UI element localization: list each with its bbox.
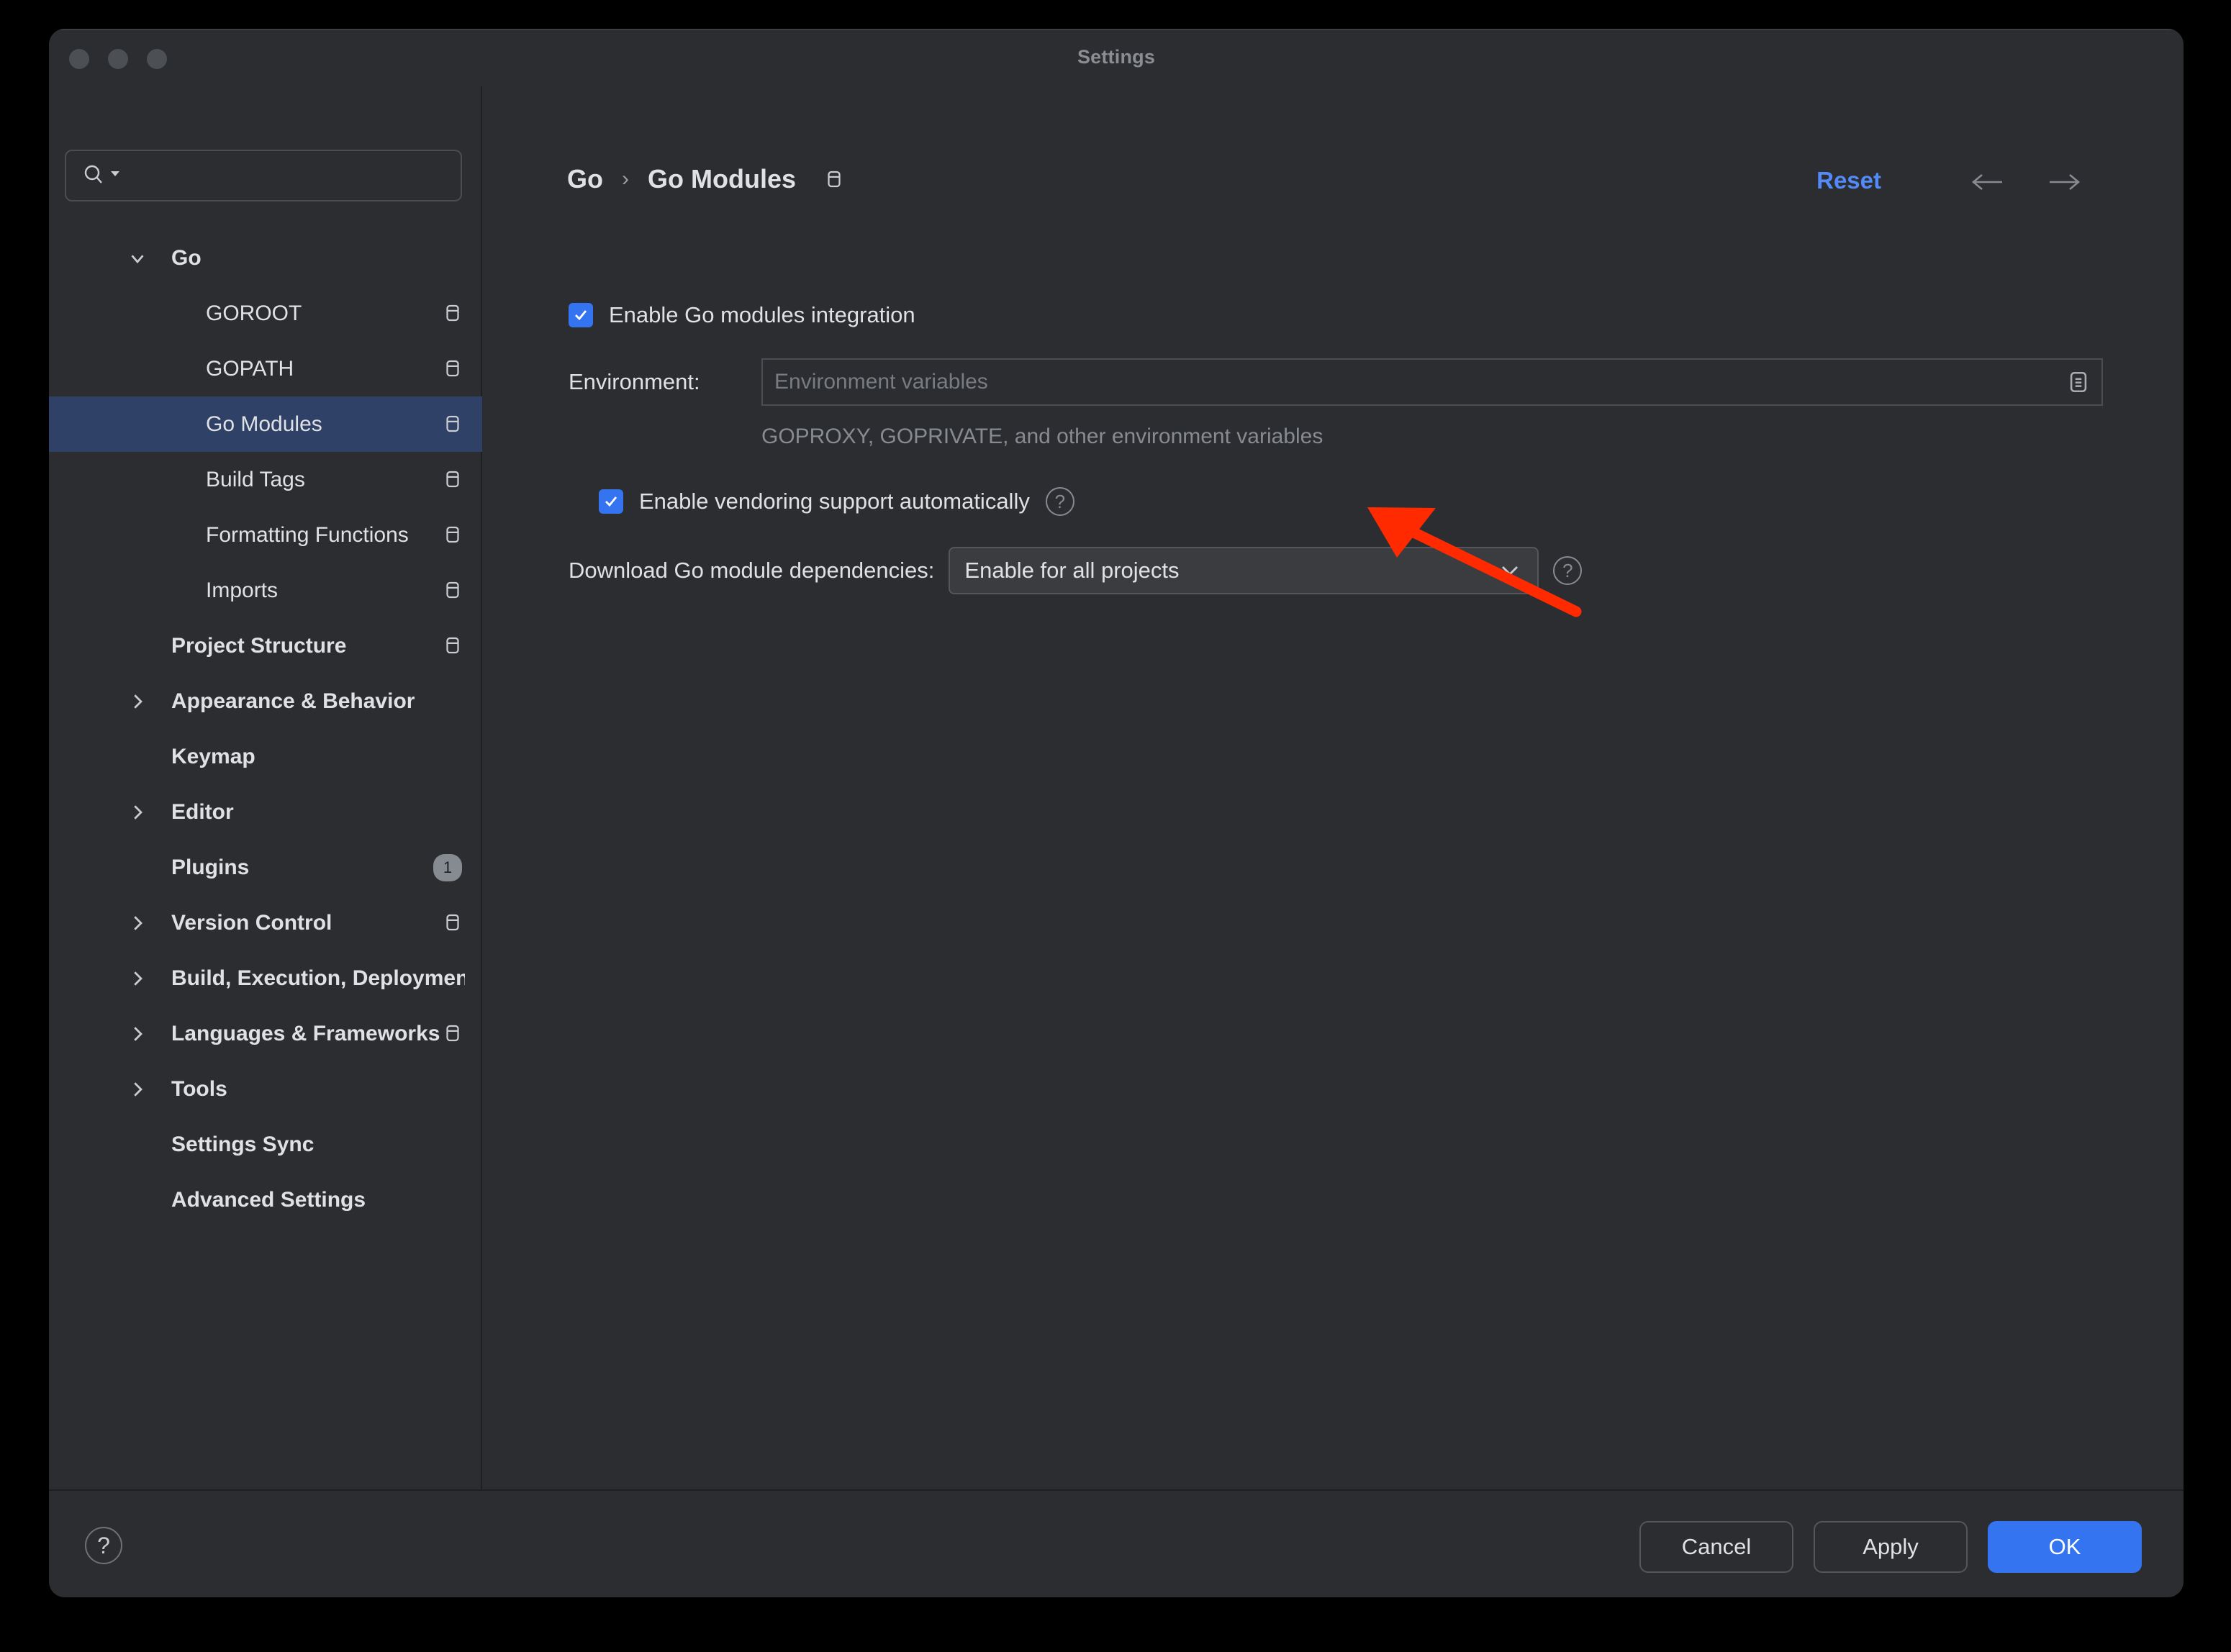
chevron-right-icon[interactable] (127, 968, 148, 989)
settings-search-box[interactable] (65, 150, 462, 201)
dialog-footer: ? Cancel Apply OK (49, 1489, 2184, 1597)
sidebar-item-label: Settings Sync (171, 1132, 314, 1156)
ok-button[interactable]: OK (1988, 1521, 2142, 1573)
sidebar-item-tools[interactable]: Tools (49, 1061, 482, 1117)
dialog-buttons: Cancel Apply OK (1639, 1521, 2142, 1573)
chevron-right-icon[interactable] (127, 1023, 148, 1045)
environment-hint: GOPROXY, GOPRIVATE, and other environmen… (761, 425, 1323, 448)
sidebar-item-advanced-settings[interactable]: Advanced Settings (49, 1172, 482, 1227)
project-scope-icon (442, 468, 465, 491)
sidebar-item-label: GOROOT (206, 301, 302, 325)
sidebar-item-imports[interactable]: Imports (49, 563, 482, 618)
search-dropdown-caret-icon[interactable] (109, 168, 121, 184)
sidebar-item-label: Appearance & Behavior (171, 689, 415, 713)
enable-vendoring-checkbox[interactable] (599, 489, 623, 514)
download-deps-dropdown[interactable]: Enable for all projects (949, 547, 1539, 594)
settings-content: Enable Go modules integration Environmen… (484, 86, 2184, 1489)
project-scope-icon (442, 635, 465, 658)
sidebar-item-label: Tools (171, 1076, 227, 1101)
enable-vendoring-row[interactable]: Enable vendoring support automatically ? (599, 487, 1074, 516)
environment-input[interactable] (774, 370, 2058, 394)
settings-main-panel: Go › Go Modules Reset Enable Go modules … (484, 86, 2184, 1489)
sidebar-item-label: Project Structure (171, 633, 347, 658)
enable-vendoring-label: Enable vendoring support automatically (639, 489, 1030, 514)
sidebar-item-label: Formatting Functions (206, 522, 409, 547)
sidebar-item-label: Editor (171, 799, 234, 824)
search-input[interactable] (130, 164, 439, 187)
sidebar-item-go[interactable]: Go (49, 230, 482, 286)
project-scope-icon (442, 358, 465, 381)
sidebar-item-label: Plugins (171, 855, 250, 879)
sidebar-item-label: Languages & Frameworks (171, 1021, 440, 1045)
chevron-right-icon[interactable] (127, 691, 148, 712)
sidebar-item-label: Build Tags (206, 467, 305, 491)
environment-field[interactable] (761, 358, 2103, 406)
window-titlebar: Settings (49, 29, 2184, 86)
settings-window: Settings Go GOROOT GOPATH Go Modules Bui… (49, 29, 2184, 1597)
environment-row: Environment: (569, 358, 2103, 406)
enable-go-modules-checkbox[interactable] (569, 303, 593, 327)
chevron-right-icon[interactable] (127, 912, 148, 934)
window-title: Settings (1077, 46, 1156, 68)
sidebar-item-appearance-behavior[interactable]: Appearance & Behavior (49, 673, 482, 729)
sidebar-item-build-execution-deployment[interactable]: Build, Execution, Deployment (49, 950, 482, 1006)
sidebar-item-goroot[interactable]: GOROOT (49, 286, 482, 341)
settings-sidebar: Go GOROOT GOPATH Go Modules Build Tags Format… (49, 86, 482, 1489)
sidebar-item-label: Imports (206, 578, 279, 602)
project-scope-icon (442, 912, 465, 935)
sidebar-item-build-tags[interactable]: Build Tags (49, 452, 482, 507)
sidebar-item-project-structure[interactable]: Project Structure (49, 618, 482, 673)
sidebar-item-label: Keymap (171, 744, 255, 768)
download-deps-value: Enable for all projects (964, 558, 1180, 583)
sidebar-item-label: Go Modules (206, 412, 322, 436)
project-scope-icon (442, 579, 465, 602)
sidebar-item-label: GOPATH (206, 356, 294, 381)
project-scope-icon (442, 1022, 465, 1045)
chevron-right-icon[interactable] (127, 1079, 148, 1100)
sidebar-item-plugins[interactable]: Plugins 1 (49, 840, 482, 895)
chevron-down-icon[interactable] (127, 248, 148, 269)
sidebar-item-editor[interactable]: Editor (49, 784, 482, 840)
chevron-down-icon[interactable] (1498, 563, 1521, 578)
sidebar-item-gopath[interactable]: GOPATH (49, 341, 482, 396)
sidebar-item-version-control[interactable]: Version Control (49, 895, 482, 950)
project-scope-icon (442, 413, 465, 436)
environment-label: Environment: (569, 369, 700, 394)
sidebar-item-label: Build, Execution, Deployment (171, 966, 465, 990)
project-scope-icon (442, 302, 465, 325)
sidebar-item-label: Version Control (171, 910, 332, 935)
sidebar-item-badge: 1 (433, 853, 462, 881)
apply-button[interactable]: Apply (1814, 1521, 1968, 1573)
sidebar-item-languages-frameworks[interactable]: Languages & Frameworks (49, 1006, 482, 1061)
vendoring-help-circle-icon[interactable]: ? (1045, 487, 1074, 516)
enable-go-modules-row[interactable]: Enable Go modules integration (569, 302, 915, 328)
settings-tree: Go GOROOT GOPATH Go Modules Build Tags Format… (49, 230, 482, 1227)
edit-variables-icon[interactable] (2058, 360, 2099, 404)
search-icon (82, 163, 121, 188)
enable-go-modules-label: Enable Go modules integration (609, 302, 915, 327)
project-scope-icon (442, 524, 465, 547)
sidebar-item-label: Advanced Settings (171, 1187, 366, 1212)
sidebar-item-settings-sync[interactable]: Settings Sync (49, 1117, 482, 1172)
sidebar-item-keymap[interactable]: Keymap (49, 729, 482, 784)
cancel-button[interactable]: Cancel (1639, 1521, 1793, 1573)
sidebar-item-formatting-functions[interactable]: Formatting Functions (49, 507, 482, 563)
download-deps-label: Download Go module dependencies: (569, 558, 935, 583)
sidebar-item-label: Go (171, 245, 202, 270)
sidebar-item-go-modules[interactable]: Go Modules (49, 396, 482, 452)
download-deps-help-circle-icon[interactable]: ? (1553, 556, 1583, 585)
question-mark-icon[interactable]: ? (85, 1527, 122, 1564)
download-deps-row: Download Go module dependencies: Enable … (569, 547, 1583, 594)
chevron-right-icon[interactable] (127, 802, 148, 823)
screenshot-root: Settings Go GOROOT GOPATH Go Modules Bui… (0, 0, 2231, 1652)
